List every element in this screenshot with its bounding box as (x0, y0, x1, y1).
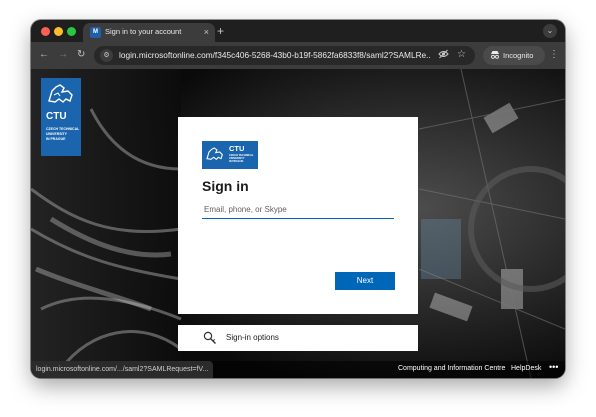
card-logo-word: CTU (229, 144, 245, 153)
incognito-label: Incognito (503, 51, 534, 60)
eye-off-icon[interactable] (438, 49, 449, 61)
new-tab-button[interactable]: + (217, 24, 224, 38)
incognito-icon (490, 50, 500, 61)
close-window-button[interactable] (41, 27, 50, 36)
tab-active[interactable]: M Sign in to your account × (83, 23, 215, 42)
tab-search-button[interactable]: ⌄ (543, 24, 557, 38)
page-footer: login.microsoftonline.com/.../saml2?SAML… (31, 361, 565, 378)
ctu-logo: CTU CZECH TECHNICAL UNIVERSITY IN PRAGUE (41, 78, 81, 156)
bookmark-star-icon[interactable]: ☆ (457, 49, 466, 61)
more-options-button[interactable]: ••• (549, 362, 558, 372)
address-bar[interactable]: ⚙ login.microsoftonline.com/f345c406-526… (94, 46, 475, 65)
email-field[interactable] (202, 201, 394, 219)
incognito-badge[interactable]: Incognito (483, 46, 545, 65)
key-search-icon (203, 331, 216, 344)
browser-menu-button[interactable]: ⋮ (549, 48, 559, 62)
maximize-window-button[interactable] (67, 27, 76, 36)
logo-subtitle: CZECH TECHNICAL UNIVERSITY IN PRAGUE (46, 127, 80, 141)
site-info-icon[interactable]: ⚙ (100, 49, 113, 62)
microsoft-favicon-icon: M (90, 27, 101, 38)
footer-link-computing-centre[interactable]: Computing and Information Centre (398, 365, 505, 372)
tab-strip: M Sign in to your account × + ⌄ (31, 20, 565, 42)
page-content: CTU CZECH TECHNICAL UNIVERSITY IN PRAGUE… (31, 69, 565, 378)
reload-button[interactable]: ↻ (77, 48, 85, 62)
status-bar-url: login.microsoftonline.com/.../saml2?SAML… (31, 361, 214, 378)
back-button[interactable]: ← (39, 48, 49, 62)
page-title: Sign in (202, 178, 249, 194)
sign-in-card: CTU CZECH TECHNICAL UNIVERSITY IN PRAGUE… (178, 117, 418, 314)
next-button[interactable]: Next (335, 272, 395, 290)
footer-link-helpdesk[interactable]: HelpDesk (511, 365, 541, 372)
lion-emblem-icon (206, 147, 223, 161)
tab-close-icon[interactable]: × (204, 26, 209, 38)
tab-title: Sign in to your account (105, 27, 182, 36)
minimize-window-button[interactable] (54, 27, 63, 36)
forward-button[interactable]: → (58, 48, 68, 62)
browser-window: M Sign in to your account × + ⌄ ← → ↻ ⚙ … (31, 20, 565, 378)
card-ctu-logo: CTU CZECH TECHNICAL UNIVERSITY IN PRAGUE (202, 141, 258, 169)
logo-word: CTU (46, 111, 67, 122)
sign-in-options-button[interactable]: Sign-in options (178, 325, 418, 351)
address-url[interactable]: login.microsoftonline.com/f345c406-5268-… (119, 50, 431, 60)
card-logo-subtitle: CZECH TECHNICAL UNIVERSITY IN PRAGUE (229, 154, 254, 163)
sign-in-options-label: Sign-in options (226, 333, 279, 342)
lion-emblem-icon (48, 84, 73, 103)
browser-toolbar: ← → ↻ ⚙ login.microsoftonline.com/f345c4… (31, 42, 565, 69)
